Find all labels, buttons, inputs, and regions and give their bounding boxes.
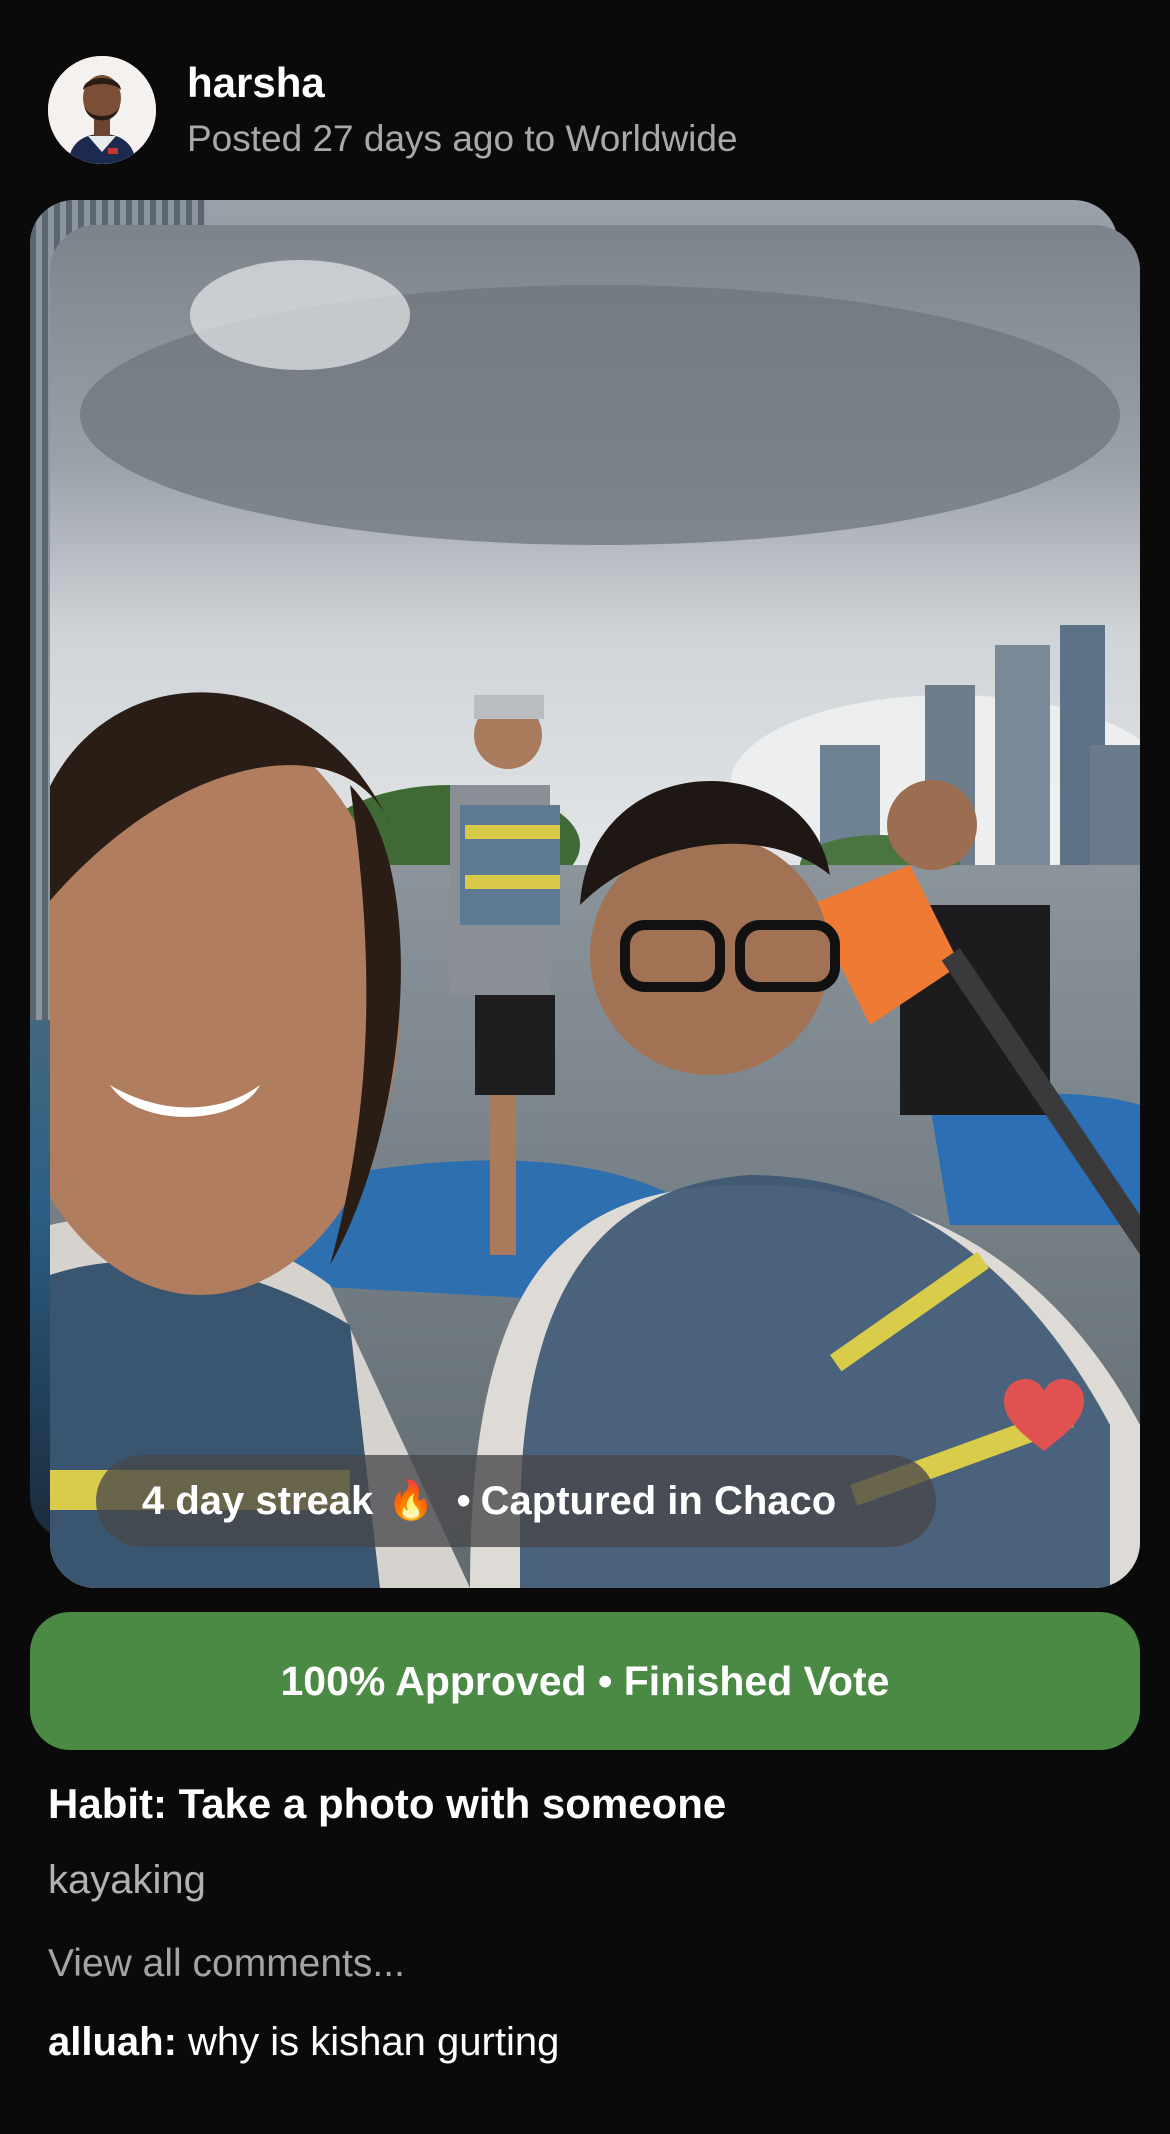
like-control[interactable]: 8 xyxy=(1002,1377,1092,1451)
comment-text: why is kishan gurting xyxy=(188,2020,560,2064)
post-meta: harsha Posted 27 days ago to Worldwide xyxy=(187,57,738,163)
habit-title: Habit: Take a photo with someone xyxy=(48,1780,727,1827)
location-text: Captured in Chaco xyxy=(480,1478,837,1523)
post-view: harsha Posted 27 days ago to Worldwide 4… xyxy=(0,0,1170,2134)
comment-username[interactable]: alluah: xyxy=(48,2020,177,2064)
streak-location-pill: 4 day streak 🔥 • Captured in Chaco xyxy=(96,1455,936,1547)
post-header: harsha Posted 27 days ago to Worldwide xyxy=(48,55,738,165)
separator-dot: • xyxy=(456,1478,471,1523)
fire-icon: 🔥 xyxy=(387,1480,435,1522)
streak-text: 4 day streak xyxy=(142,1478,374,1523)
username[interactable]: harsha xyxy=(187,57,738,109)
heart-icon[interactable] xyxy=(1002,1377,1086,1453)
view-comments-link[interactable]: View all comments... xyxy=(48,1942,405,1986)
avatar[interactable] xyxy=(48,56,156,164)
post-photo[interactable]: 4 day streak 🔥 • Captured in Chaco 8 xyxy=(50,225,1140,1588)
group-kayaking-selfie-photo xyxy=(50,225,1140,1588)
post-subtitle: Posted 27 days ago to Worldwide xyxy=(187,118,738,159)
approval-status-bar[interactable]: 100% Approved • Finished Vote xyxy=(30,1612,1140,1750)
avatar-image xyxy=(48,56,156,164)
post-description: kayaking xyxy=(48,1858,206,1902)
comment-item: alluah: why is kishan gurting xyxy=(48,2020,559,2065)
